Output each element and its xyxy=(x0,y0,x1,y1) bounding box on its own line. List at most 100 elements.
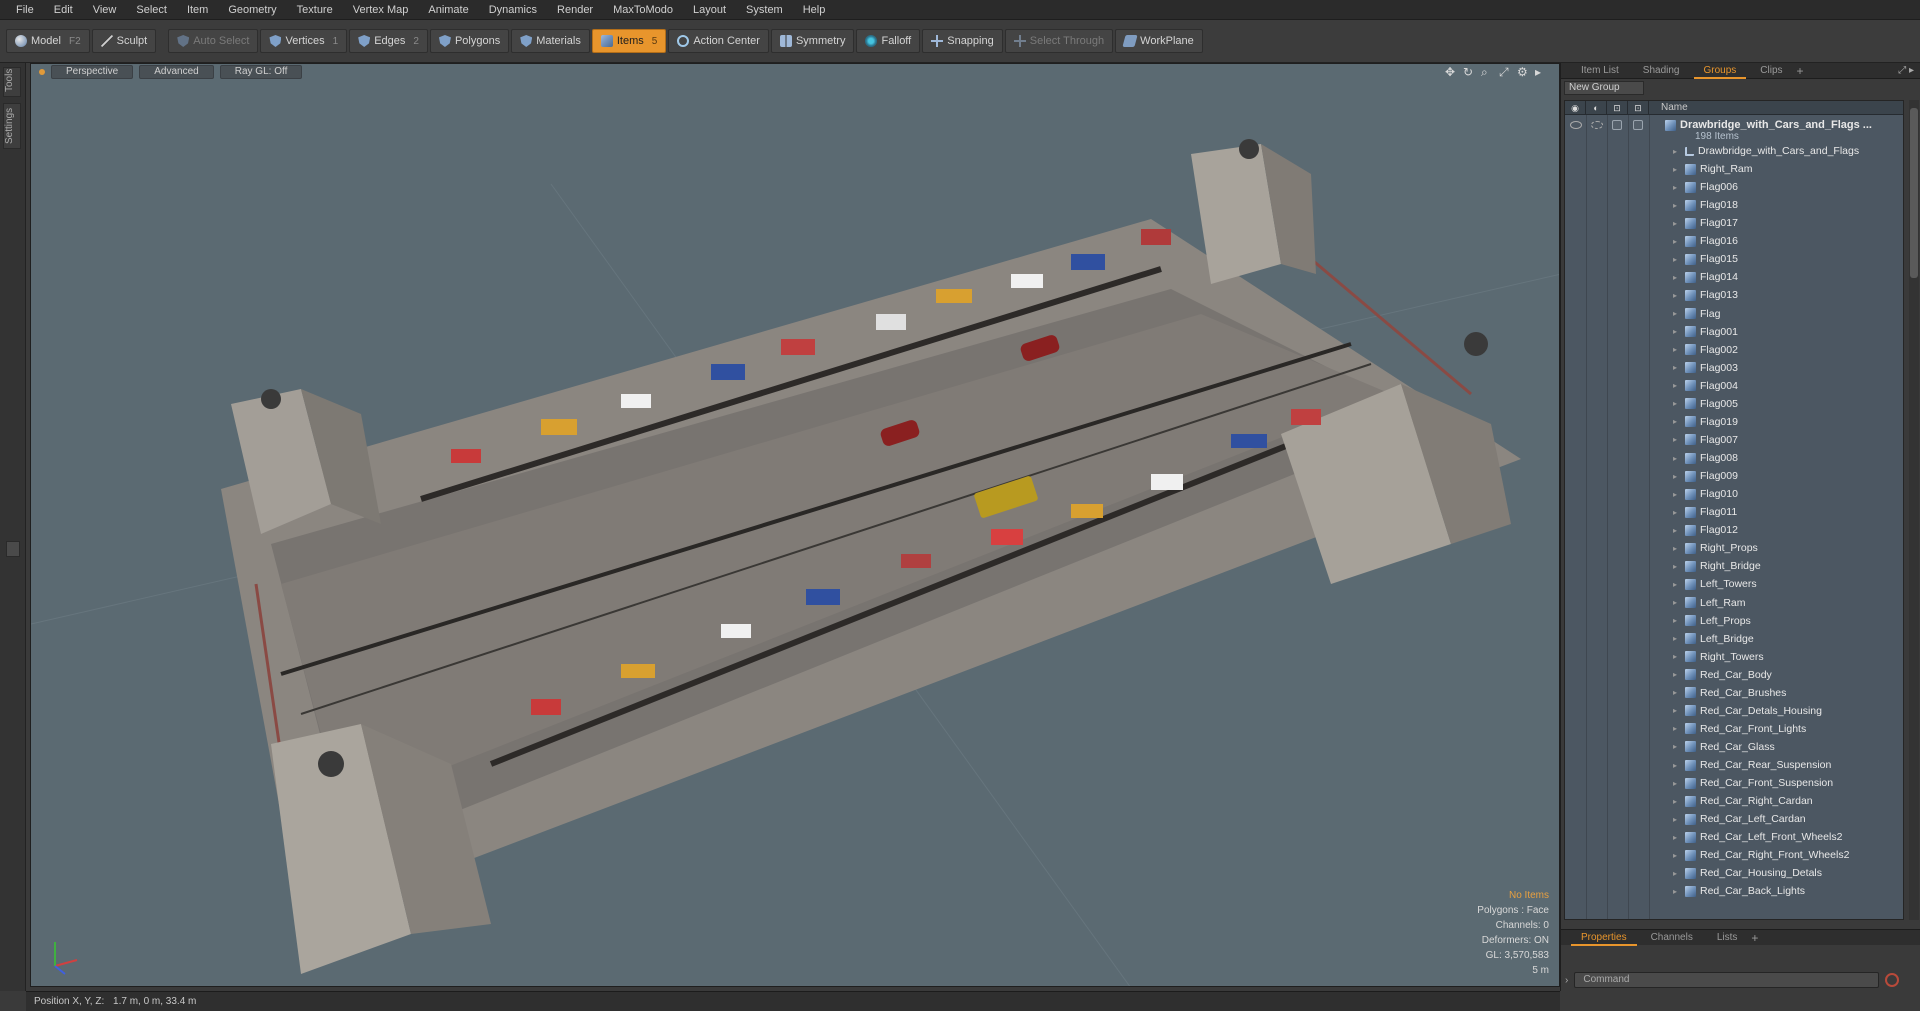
action-center-button[interactable]: Action Center xyxy=(668,29,769,53)
expand-arrow-icon[interactable]: ▸ xyxy=(1673,454,1681,463)
list-item[interactable]: ▸ Red_Car_Back_Lights xyxy=(1565,882,1903,900)
list-item[interactable]: ▸ Flag009 xyxy=(1565,467,1903,485)
render-icon[interactable] xyxy=(1591,121,1603,129)
menu-file[interactable]: File xyxy=(6,0,44,20)
list-item[interactable]: ▸ Flag007 xyxy=(1565,431,1903,449)
expand-arrow-icon[interactable]: ▸ xyxy=(1673,309,1681,318)
list-item[interactable]: ▸ Flag013 xyxy=(1565,286,1903,304)
list-item[interactable]: ▸ Right_Ram xyxy=(1565,160,1903,178)
list-item[interactable]: ▸ Red_Car_Left_Cardan xyxy=(1565,810,1903,828)
expand-arrow-icon[interactable]: ▸ xyxy=(1673,381,1681,390)
expand-arrow-icon[interactable]: ▸ xyxy=(1673,201,1681,210)
add-bottom-tab-icon[interactable]: + xyxy=(1751,931,1758,945)
menu-item[interactable]: Item xyxy=(177,0,218,20)
expand-arrow-icon[interactable]: ▸ xyxy=(1673,670,1681,679)
workplane-button[interactable]: WorkPlane xyxy=(1115,29,1203,53)
menu-system[interactable]: System xyxy=(736,0,793,20)
list-item[interactable]: ▸ Red_Car_Rear_Suspension xyxy=(1565,756,1903,774)
menu-animate[interactable]: Animate xyxy=(418,0,478,20)
expand-arrow-icon[interactable]: ▸ xyxy=(1673,598,1681,607)
list-item[interactable]: ▸ Flag003 xyxy=(1565,359,1903,377)
menu-layout[interactable]: Layout xyxy=(683,0,736,20)
tab-item-list[interactable]: Item List xyxy=(1571,63,1629,79)
expand-arrow-icon[interactable]: ▸ xyxy=(1673,273,1681,282)
menu-help[interactable]: Help xyxy=(793,0,836,20)
list-item[interactable]: ▸ Red_Car_Brushes xyxy=(1565,684,1903,702)
symmetry-button[interactable]: Symmetry xyxy=(770,29,855,53)
tools-tab[interactable]: Tools xyxy=(3,67,21,97)
list-item[interactable]: ▸ Flag002 xyxy=(1565,341,1903,359)
expand-arrow-icon[interactable]: ▸ xyxy=(1673,237,1681,246)
model-mode-button[interactable]: Model F2 xyxy=(6,29,90,53)
scroll-thumb[interactable] xyxy=(1910,108,1918,278)
raygl-button[interactable]: Ray GL: Off xyxy=(219,65,303,79)
polygons-button[interactable]: Polygons xyxy=(429,29,510,53)
vertices-button[interactable]: Vertices 1 xyxy=(260,29,348,53)
auto-select-button[interactable]: Auto Select xyxy=(168,29,259,53)
list-item[interactable]: ▸ Right_Bridge xyxy=(1565,557,1903,575)
expand-arrow-icon[interactable]: ▸ xyxy=(1673,165,1681,174)
zoom-icon[interactable]: ⌕ xyxy=(1481,66,1493,78)
expand-arrow-icon[interactable]: ▸ xyxy=(1673,327,1681,336)
eye-icon[interactable] xyxy=(1570,121,1582,129)
list-item[interactable]: ▸ Flag018 xyxy=(1565,196,1903,214)
expand-arrow-icon[interactable]: ▸ xyxy=(1673,833,1681,842)
menu-dynamics[interactable]: Dynamics xyxy=(479,0,547,20)
list-item[interactable]: ▸ Flag011 xyxy=(1565,503,1903,521)
expand-arrow-icon[interactable]: ▸ xyxy=(1673,724,1681,733)
menu-select[interactable]: Select xyxy=(126,0,177,20)
list-item[interactable]: ▸ Red_Car_Right_Front_Wheels2 xyxy=(1565,846,1903,864)
list-item[interactable]: ▸ Red_Car_Right_Cardan xyxy=(1565,792,1903,810)
expand-arrow-icon[interactable]: ▸ xyxy=(1673,147,1681,156)
list-item[interactable]: ▸ Flag xyxy=(1565,305,1903,323)
list-item[interactable]: ▸ Flag006 xyxy=(1565,178,1903,196)
scene-render[interactable] xyxy=(31,64,1560,987)
expand-arrow-icon[interactable]: ▸ xyxy=(1673,779,1681,788)
menu-render[interactable]: Render xyxy=(547,0,603,20)
menu-maxtomodo[interactable]: MaxToModo xyxy=(603,0,683,20)
viewport-menu-dot[interactable] xyxy=(39,69,45,75)
list-item[interactable]: ▸ Flag014 xyxy=(1565,268,1903,286)
list-item[interactable]: ▸ Red_Car_Glass xyxy=(1565,738,1903,756)
edges-button[interactable]: Edges 2 xyxy=(349,29,428,53)
list-item[interactable]: ▸ Right_Props xyxy=(1565,539,1903,557)
list-item[interactable]: ▸ Flag017 xyxy=(1565,214,1903,232)
expand-arrow-icon[interactable]: ▸ xyxy=(1673,291,1681,300)
expand-arrow-icon[interactable]: ▸ xyxy=(1673,761,1681,770)
expand-arrow-icon[interactable]: ▸ xyxy=(1673,851,1681,860)
falloff-button[interactable]: Falloff xyxy=(856,29,921,53)
expand-arrow-icon[interactable]: ▸ xyxy=(1673,580,1681,589)
list-item[interactable]: ▸ Right_Towers xyxy=(1565,648,1903,666)
add-tab-icon[interactable]: + xyxy=(1797,64,1804,78)
list-item[interactable]: ▸ Flag012 xyxy=(1565,521,1903,539)
sculpt-mode-button[interactable]: Sculpt xyxy=(91,29,157,53)
lock-column-icon[interactable]: ⊡ xyxy=(1607,101,1628,115)
maximize-icon[interactable]: ⤢ xyxy=(1499,66,1511,78)
command-input[interactable]: Command xyxy=(1574,972,1880,988)
expand-arrow-icon[interactable]: ▸ xyxy=(1673,815,1681,824)
select-column-icon[interactable]: ⊡ xyxy=(1628,101,1649,115)
expand-arrow-icon[interactable]: ▸ xyxy=(1673,435,1681,444)
expand-arrow-icon[interactable]: ▸ xyxy=(1673,363,1681,372)
list-item[interactable]: ▸ Red_Car_Body xyxy=(1565,666,1903,684)
expand-arrow-icon[interactable]: ▸ xyxy=(1673,616,1681,625)
tab-properties[interactable]: Properties xyxy=(1571,930,1637,946)
expand-arrow-icon[interactable]: ▸ xyxy=(1673,508,1681,517)
menu-vertex-map[interactable]: Vertex Map xyxy=(343,0,419,20)
list-item[interactable]: ▸ Flag015 xyxy=(1565,250,1903,268)
list-item[interactable]: ▸ Left_Ram xyxy=(1565,594,1903,612)
render-column-icon[interactable]: ◐ xyxy=(1586,101,1607,115)
materials-button[interactable]: Materials xyxy=(511,29,590,53)
strip-handle[interactable] xyxy=(6,541,20,557)
list-item[interactable]: ▸ Left_Props xyxy=(1565,612,1903,630)
menu-view[interactable]: View xyxy=(83,0,127,20)
menu-texture[interactable]: Texture xyxy=(287,0,343,20)
list-item[interactable]: ▸ Flag019 xyxy=(1565,413,1903,431)
play-icon[interactable]: ▸ xyxy=(1535,66,1547,78)
select-checkbox[interactable] xyxy=(1633,120,1643,130)
list-item[interactable]: ▸ Left_Towers xyxy=(1565,575,1903,593)
expand-arrow-icon[interactable]: ▸ xyxy=(1673,869,1681,878)
list-item[interactable]: ▸ Left_Bridge xyxy=(1565,630,1903,648)
expand-arrow-icon[interactable]: ▸ xyxy=(1673,417,1681,426)
shading-button[interactable]: Advanced xyxy=(139,65,214,79)
